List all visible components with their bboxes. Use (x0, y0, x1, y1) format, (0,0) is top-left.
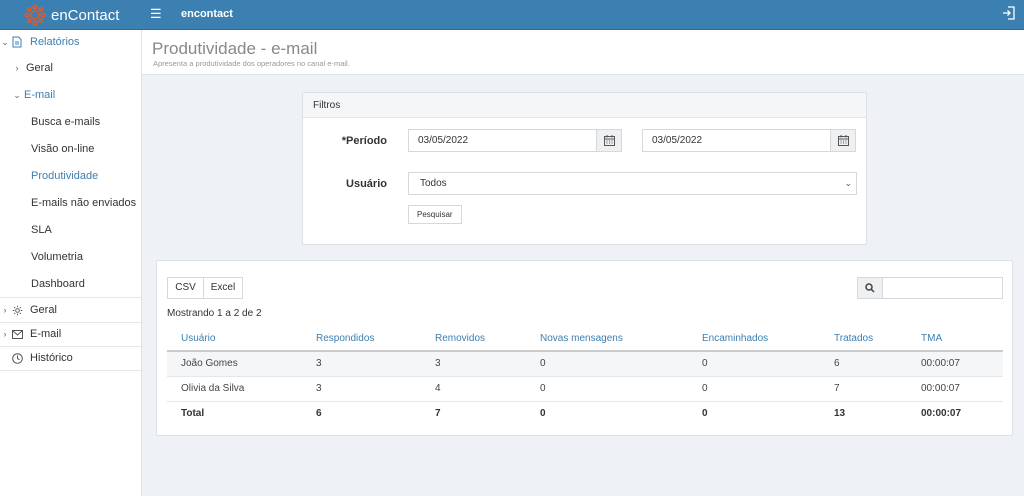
table-cell: 3 (302, 376, 421, 402)
sidebar-item-produtividade[interactable]: Produtividade (0, 164, 141, 188)
table-header-row: Usuário Respondidos Removidos Novas mens… (167, 327, 1003, 352)
column-header-tma[interactable]: TMA (907, 327, 1003, 352)
column-header-usuario[interactable]: Usuário (167, 327, 302, 352)
table-cell: João Gomes (167, 351, 302, 377)
sidebar-divider (0, 370, 141, 371)
table-total-row: Total 6 7 0 0 13 00:00:07 (167, 401, 1003, 426)
gear-icon (10, 304, 24, 316)
chevron-right-icon: › (3, 329, 7, 339)
table-cell: 0 (540, 408, 546, 420)
date-from-input[interactable]: 03/05/2022 (408, 129, 598, 152)
results-panel: CSV Excel Mostrando 1 a 2 de 2 Usuário R… (156, 260, 1013, 436)
productivity-table: Usuário Respondidos Removidos Novas mens… (167, 327, 1003, 426)
calendar-icon[interactable] (596, 129, 622, 152)
csv-button[interactable]: CSV (167, 277, 204, 299)
table-cell: Olivia da Silva (167, 376, 302, 402)
table-cell: 0 (526, 351, 688, 377)
calendar-icon[interactable] (830, 129, 856, 152)
top-bar: enContact ☰ encontact (0, 0, 1024, 30)
encontact-logo-icon (24, 4, 46, 26)
user-select[interactable]: Todos ⌄ (408, 172, 857, 195)
chevron-right-icon: › (15, 63, 19, 73)
sidebar-item-historico[interactable]: Histórico (0, 346, 141, 370)
table-cell: 6 (316, 408, 322, 420)
menu-toggle-icon[interactable]: ☰ (150, 6, 164, 22)
showing-info: Mostrando 1 a 2 de 2 (167, 308, 262, 319)
sidebar-item-geral[interactable]: › Geral (0, 298, 141, 322)
table-row: João Gomes 3 3 0 0 6 00:00:07 (167, 351, 1003, 377)
table-cell: 13 (834, 408, 846, 420)
table-cell: 0 (526, 376, 688, 402)
table-search-input[interactable] (882, 277, 1003, 299)
envelope-icon (10, 328, 24, 340)
sidebar-item-label: E-mails não enviados (31, 197, 137, 209)
page-title: Produtividade - e-mail (152, 39, 318, 58)
column-header-encaminhados[interactable]: Encaminhados (688, 327, 820, 352)
app-title: encontact (181, 8, 233, 20)
sidebar-item-email[interactable]: › E-mail (0, 322, 141, 346)
sidebar-item-relatorios[interactable]: ⌄ Relatórios (0, 30, 141, 54)
table-cell: 00:00:07 (907, 351, 1003, 377)
brand[interactable]: enContact (0, 0, 142, 30)
chevron-right-icon: › (3, 305, 7, 315)
sidebar-item-label: Produtividade (31, 170, 99, 182)
table-cell: 7 (435, 408, 441, 420)
column-header-respondidos[interactable]: Respondidos (302, 327, 421, 352)
sidebar-item-sla[interactable]: SLA (0, 218, 141, 242)
sidebar-item-label: Relatórios (30, 36, 80, 48)
table-cell: 6 (820, 351, 907, 377)
date-to-input[interactable]: 03/05/2022 (642, 129, 832, 152)
chevron-down-icon: ⌄ (844, 178, 852, 188)
chevron-down-icon: ⌄ (13, 89, 21, 100)
column-header-novas-mensagens[interactable]: Novas mensagens (526, 327, 688, 352)
filters-panel: Filtros *Período 03/05/2022 03/05/2022 U… (302, 92, 867, 245)
sidebar-item-label: Histórico (30, 352, 73, 364)
sidebar-item-relatorios-geral[interactable]: › Geral (0, 56, 141, 80)
page-subtitle: Apresenta a produtividade dos operadores… (153, 59, 350, 68)
table-cell: 3 (302, 351, 421, 377)
table-cell: 00:00:07 (907, 376, 1003, 402)
search-icon (857, 277, 883, 299)
table-cell: Total (181, 408, 205, 420)
sidebar-item-label: Busca e-mails (31, 116, 101, 128)
sidebar-item-label: E-mail (24, 89, 56, 101)
sidebar-item-label: Geral (26, 62, 53, 74)
sidebar-item-busca-emails[interactable]: Busca e-mails (0, 110, 141, 134)
sidebar-item-label: Visão on-line (31, 143, 95, 155)
excel-button[interactable]: Excel (203, 277, 243, 299)
table-cell: 3 (421, 351, 526, 377)
table-cell: 00:00:07 (921, 408, 962, 420)
logout-icon[interactable] (1002, 5, 1016, 21)
sidebar-item-visao-online[interactable]: Visão on-line (0, 137, 141, 161)
table-cell: 0 (702, 408, 708, 420)
page-header: Produtividade - e-mail Apresenta a produ… (142, 30, 1024, 75)
sidebar-item-label: Dashboard (31, 278, 85, 290)
sidebar-item-label: SLA (31, 224, 52, 236)
column-header-removidos[interactable]: Removidos (421, 327, 526, 352)
sidebar-item-label: Volumetria (31, 251, 83, 263)
table-row: Olivia da Silva 3 4 0 0 7 00:00:07 (167, 376, 1003, 402)
table-cell: 0 (688, 376, 820, 402)
table-cell: 7 (820, 376, 907, 402)
chevron-down-icon: ⌄ (1, 36, 9, 47)
column-header-tratados[interactable]: Tratados (820, 327, 907, 352)
brand-name: enContact (51, 6, 120, 24)
table-cell: 0 (688, 351, 820, 377)
sidebar-item-dashboard[interactable]: Dashboard (0, 272, 141, 296)
sidebar: ⌄ Relatórios › Geral ⌄ E-mail Busca e-ma… (0, 30, 142, 496)
clock-icon (10, 352, 24, 364)
sidebar-item-volumetria[interactable]: Volumetria (0, 245, 141, 269)
sidebar-item-label: Geral (30, 304, 57, 316)
sidebar-item-label: E-mail (30, 328, 62, 340)
table-cell: 4 (421, 376, 526, 402)
sidebar-item-relatorios-email[interactable]: ⌄ E-mail (0, 83, 141, 107)
period-label: *Período (341, 135, 387, 147)
user-select-value: Todos (420, 178, 447, 189)
filters-heading: Filtros (303, 93, 866, 118)
sidebar-item-emails-nao-enviados[interactable]: E-mails não enviados (0, 191, 141, 215)
report-icon (10, 36, 24, 48)
search-button[interactable]: Pesquisar (408, 205, 462, 224)
user-label: Usuário (346, 178, 387, 190)
